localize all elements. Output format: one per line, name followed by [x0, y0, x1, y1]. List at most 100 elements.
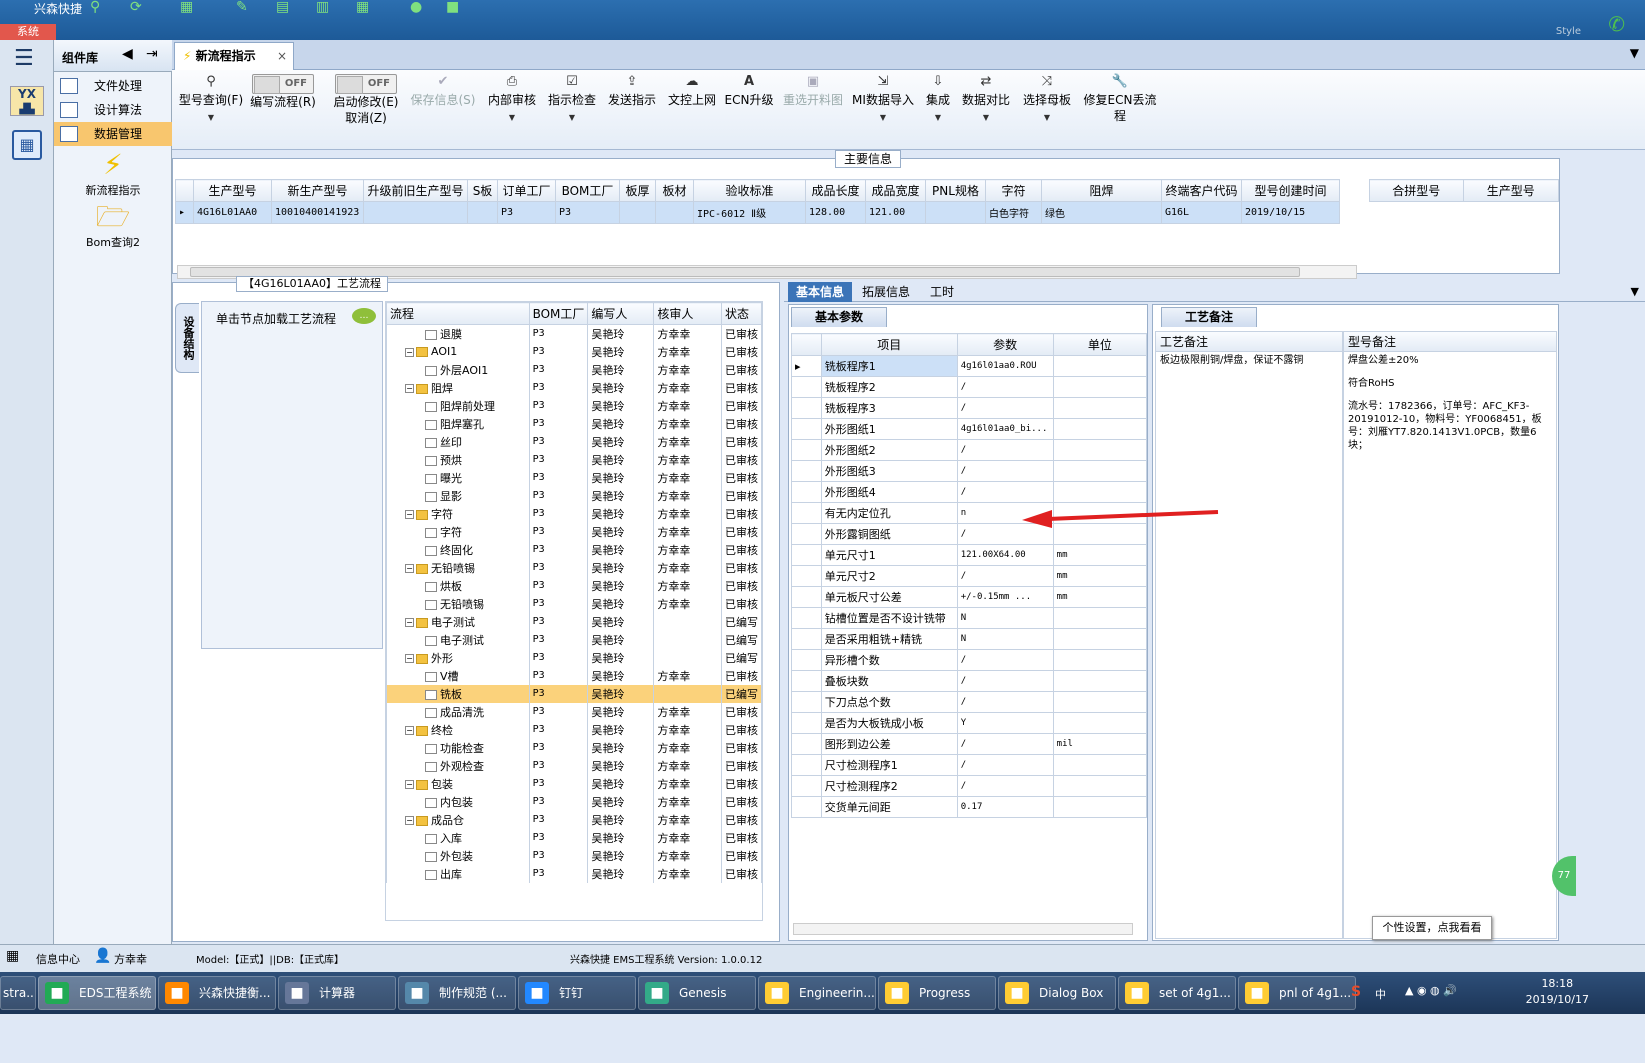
- flow-tree-row[interactable]: 预烘 P3 吴艳玲 方幸幸 已审核: [386, 450, 762, 469]
- chevron-down-icon[interactable]: ▼: [1631, 285, 1639, 298]
- cell[interactable]: [619, 201, 656, 224]
- cell[interactable]: [655, 201, 694, 224]
- param-param-cell[interactable]: 4g16l01aa0.ROU: [956, 355, 1054, 377]
- collapse-icon[interactable]: −: [405, 510, 414, 519]
- column-header[interactable]: 订单工厂: [497, 179, 556, 202]
- column-header[interactable]: 字符: [985, 179, 1042, 202]
- param-row[interactable]: 是否采用粗铣+精铣 N: [791, 628, 1148, 650]
- reselect-cutting-button[interactable]: ▣ 重选开料图: [780, 74, 846, 108]
- cell[interactable]: [467, 201, 498, 224]
- param-param-cell[interactable]: Y: [956, 712, 1054, 734]
- flow-node-cell[interactable]: − 包装: [386, 774, 530, 793]
- model-query-button[interactable]: ⚲ 型号查询(F) ▼: [176, 74, 246, 128]
- flow-tree-row[interactable]: 外层AOI1 P3 吴艳玲 方幸幸 已审核: [386, 360, 762, 379]
- flow-tree-row[interactable]: − 包装 P3 吴艳玲 方幸幸 已审核: [386, 774, 762, 793]
- close-icon[interactable]: ×: [277, 43, 287, 69]
- tool-icon[interactable]: ✎: [236, 0, 258, 14]
- search-icon[interactable]: ⚲: [90, 0, 112, 14]
- flow-node-cell[interactable]: 烘板: [386, 576, 530, 595]
- param-row[interactable]: 钻槽位置是否不设计铣带 N: [791, 607, 1148, 629]
- flow-node-cell[interactable]: − 无铅喷锡: [386, 558, 530, 577]
- param-param-cell[interactable]: /: [956, 376, 1054, 398]
- start-modify-toggle[interactable]: OFF 启动修改(E) 取消(Z): [328, 74, 404, 126]
- flow-tree-row[interactable]: 无铅喷锡 P3 吴艳玲 方幸幸 已审核: [386, 594, 762, 613]
- flow-node-cell[interactable]: − 电子测试: [386, 612, 530, 631]
- param-row[interactable]: 下刀点总个数 /: [791, 691, 1148, 713]
- library-item-design-algorithm[interactable]: 设计算法: [54, 98, 172, 122]
- flow-tree-row[interactable]: 丝印 P3 吴艳玲 方幸幸 已审核: [386, 432, 762, 451]
- ime-indicator[interactable]: 中: [1375, 986, 1386, 1002]
- column-header[interactable]: 板厚: [619, 179, 656, 202]
- flow-tree-row[interactable]: 外包装 P3 吴艳玲 方幸幸 已审核: [386, 846, 762, 865]
- flow-node-cell[interactable]: 预烘: [386, 450, 530, 469]
- param-row[interactable]: 尺寸检测程序2/: [791, 775, 1148, 797]
- flow-node-cell[interactable]: 字符: [386, 522, 530, 541]
- flow-column-header[interactable]: 核审人: [653, 302, 722, 325]
- flow-tree-row[interactable]: − 成品仓 P3 吴艳玲 方幸幸 已审核: [386, 810, 762, 829]
- column-header[interactable]: BOM工厂: [555, 179, 620, 202]
- taskbar-item[interactable]: ■ Progress: [878, 976, 996, 1010]
- flow-column-header[interactable]: 状态: [720, 302, 762, 325]
- cell[interactable]: P3: [497, 201, 556, 224]
- library-item-data-management[interactable]: 数据管理: [54, 122, 172, 146]
- flow-tree-row[interactable]: 曝光 P3 吴艳玲 方幸幸 已审核: [386, 468, 762, 487]
- phone-icon[interactable]: ✆: [1608, 12, 1625, 36]
- flow-tree-row[interactable]: 入库 P3 吴艳玲 方幸幸 已审核: [386, 828, 762, 847]
- flow-column-header[interactable]: 编写人: [587, 302, 655, 325]
- model-notes-text[interactable]: 焊盘公差±20% 符合RoHS 流水号：1782366，订单号：AFC_KF3-…: [1344, 352, 1556, 454]
- param-row[interactable]: ▸ 铣板程序1 4g16l01aa0.ROU: [791, 355, 1148, 377]
- internal-review-button[interactable]: ⎙ 内部审核 ▼: [484, 74, 540, 128]
- taskbar-item[interactable]: ■ pnl of 4g1...: [1238, 976, 1356, 1010]
- taskbar-item[interactable]: ■ 制作规范 (...: [398, 976, 516, 1010]
- column-header[interactable]: PNL规格: [925, 179, 986, 202]
- repair-ecn-button[interactable]: 🔧 修复ECN丢流程: [1078, 74, 1162, 124]
- calculator-icon[interactable]: ▦: [12, 130, 42, 160]
- yx-app-button[interactable]: YX ▟▙: [10, 86, 44, 116]
- cell[interactable]: 4G16L01AA0: [193, 201, 272, 224]
- mi-import-button[interactable]: ⇲ MI数据导入 ▼: [852, 74, 914, 128]
- cell[interactable]: G16L: [1161, 201, 1242, 224]
- flow-tree-row[interactable]: 字符 P3 吴艳玲 方幸幸 已审核: [386, 522, 762, 541]
- param-row[interactable]: 图形到边公差 / mil: [791, 733, 1148, 755]
- flow-node-cell[interactable]: 无铅喷锡: [386, 594, 530, 613]
- flow-tree-row[interactable]: 退膜 P3 吴艳玲 方幸幸 已审核: [386, 324, 762, 343]
- flow-tree-row[interactable]: 外观检查 P3 吴艳玲 方幸幸 已审核: [386, 756, 762, 775]
- param-row[interactable]: 外形图纸1 4g16l01aa0_bi...: [791, 418, 1148, 440]
- param-row[interactable]: 异形槽个数 /: [791, 649, 1148, 671]
- chevron-down-icon[interactable]: ▼: [1630, 46, 1639, 60]
- flow-node-cell[interactable]: 退膜: [386, 324, 530, 343]
- chart-icon[interactable]: ▥: [316, 0, 338, 14]
- param-param-cell[interactable]: /: [956, 733, 1054, 755]
- taskbar-item[interactable]: ■ 兴森快捷衡...: [158, 976, 276, 1010]
- flow-node-cell[interactable]: − 成品仓: [386, 810, 530, 829]
- integrate-button[interactable]: ⇩ 集成 ▼: [920, 74, 956, 128]
- column-header[interactable]: 验收标准: [693, 179, 806, 202]
- param-param-cell[interactable]: /: [956, 481, 1054, 503]
- param-param-cell[interactable]: /: [956, 754, 1054, 776]
- column-header[interactable]: S板: [467, 179, 498, 202]
- column-header[interactable]: 成品长度: [805, 179, 866, 202]
- param-param-cell[interactable]: /: [956, 565, 1054, 587]
- param-param-cell[interactable]: 4g16l01aa0_bi...: [956, 418, 1054, 440]
- horizontal-scrollbar[interactable]: [793, 923, 1133, 935]
- collapse-icon[interactable]: −: [405, 780, 414, 789]
- flow-tree-row[interactable]: 阻焊塞孔 P3 吴艳玲 方幸幸 已审核: [386, 414, 762, 433]
- param-param-cell[interactable]: /: [956, 460, 1054, 482]
- param-row[interactable]: 铣板程序3/: [791, 397, 1148, 419]
- flow-tree-row[interactable]: V槽 P3 吴艳玲 方幸幸 已审核: [386, 666, 762, 685]
- cell[interactable]: 121.00: [865, 201, 926, 224]
- flow-node-cell[interactable]: 外观检查: [386, 756, 530, 775]
- flow-tree-row[interactable]: − 阻焊 P3 吴艳玲 方幸幸 已审核: [386, 378, 762, 397]
- off-toggle[interactable]: OFF: [252, 74, 314, 94]
- cell[interactable]: P3: [555, 201, 620, 224]
- sogou-icon[interactable]: S: [1351, 984, 1361, 1000]
- doc-icon[interactable]: ■: [446, 0, 468, 14]
- flow-tree-row[interactable]: − 无铅喷锡 P3 吴艳玲 方幸幸 已审核: [386, 558, 762, 577]
- flow-tree-row[interactable]: 出库 P3 吴艳玲 方幸幸 已审核: [386, 864, 762, 883]
- flow-node-cell[interactable]: − AOI1: [386, 342, 530, 361]
- pin-icon[interactable]: ⇥: [146, 46, 158, 62]
- param-row[interactable]: 外形图纸2/: [791, 439, 1148, 461]
- flow-node-cell[interactable]: 阻焊塞孔: [386, 414, 530, 433]
- library-item-file-processing[interactable]: 文件处理: [54, 74, 172, 98]
- taskbar-item[interactable]: ■ 计算器: [278, 976, 396, 1010]
